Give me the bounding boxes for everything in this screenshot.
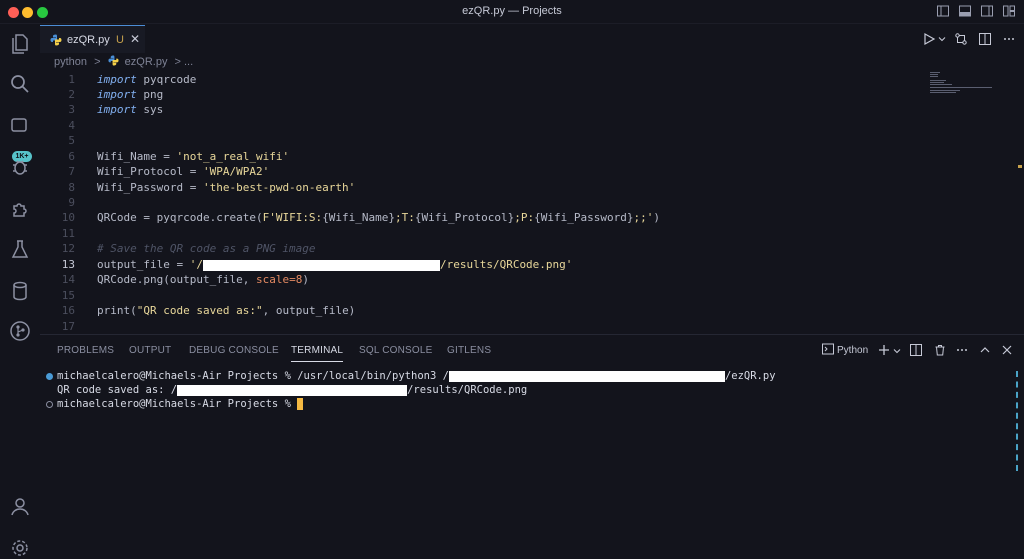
breadcrumb-more[interactable]: > ... <box>175 56 194 68</box>
line-number: 12 <box>61 242 75 255</box>
code-line: 6 Wifi_Name = 'not_a_real_wifi' <box>40 149 1024 164</box>
gitlens-icon[interactable] <box>8 319 32 343</box>
terminal-output-line: michaelcalero@Michaels-Air Projects % /u… <box>57 370 776 382</box>
line-number: 5 <box>68 134 75 147</box>
line-number: 15 <box>61 289 75 302</box>
bottom-panel: PROBLEMS OUTPUT DEBUG CONSOLE TERMINAL S… <box>40 334 1024 559</box>
tab-debug-console[interactable]: DEBUG CONSOLE <box>189 345 279 356</box>
new-terminal-icon[interactable] <box>878 344 890 356</box>
code-line: 15 <box>40 288 1024 303</box>
line-number: 16 <box>61 304 75 317</box>
customize-layout-icon[interactable] <box>1002 4 1016 18</box>
code-line: 10 QRCode = pyqrcode.create(F'WIFI:S:{Wif… <box>40 210 1024 225</box>
line-number: 14 <box>61 273 75 286</box>
breadcrumb-folder[interactable]: python <box>54 56 87 68</box>
line-number: 11 <box>61 227 75 240</box>
code-editor[interactable]: 1 import pyqrcode 2 import png 3 import sys… <box>40 70 1024 334</box>
code-line: 8 Wifi_Password = 'the-best-pwd-on-earth' <box>40 180 1024 195</box>
split-terminal-icon[interactable] <box>910 344 922 356</box>
line-number: 13 <box>61 258 75 271</box>
command-success-dot <box>46 373 53 380</box>
maximize-panel-chevron-up-icon[interactable] <box>979 344 991 356</box>
redacted-path <box>448 370 725 382</box>
breadcrumb-separator: > <box>94 56 101 68</box>
toggle-panel-icon[interactable] <box>958 4 972 18</box>
code-line: 5 <box>40 133 1024 148</box>
tab-ezqr-py[interactable]: ezQR.py U ✕ <box>40 25 145 53</box>
line-number: 9 <box>68 196 75 209</box>
kill-terminal-trash-icon[interactable] <box>934 344 946 356</box>
open-changes-icon[interactable] <box>954 32 968 46</box>
line-number: 2 <box>68 88 75 101</box>
extensions-icon[interactable] <box>8 197 32 221</box>
close-panel-icon[interactable] <box>1001 344 1013 356</box>
command-pending-dot <box>46 401 53 408</box>
code-line: 13 output_file = '//results/QRCode.png' <box>40 257 1024 272</box>
code-line: 4 <box>40 118 1024 133</box>
more-actions-icon[interactable] <box>1002 32 1016 46</box>
accounts-icon[interactable] <box>8 495 32 519</box>
code-line: 17 <box>40 319 1024 334</box>
line-number: 6 <box>68 150 75 163</box>
panel-more-actions-icon[interactable] <box>956 344 968 356</box>
code-line: 16 print("QR code saved as:", output_file… <box>40 303 1024 318</box>
tab-gitlens[interactable]: GITLENS <box>447 345 491 356</box>
line-number: 1 <box>68 73 75 86</box>
terminal-scrollbar[interactable] <box>1016 371 1019 471</box>
terminal-output-line: QR code saved as: //results/QRCode.png <box>57 384 528 396</box>
line-number: 10 <box>61 211 75 224</box>
close-tab-icon[interactable]: ✕ <box>130 32 140 46</box>
source-control-icon[interactable] <box>8 115 32 139</box>
tab-untracked-badge: U <box>116 34 124 46</box>
testing-icon[interactable] <box>8 238 32 262</box>
code-line: 2 import png <box>40 87 1024 102</box>
run-debug-icon[interactable] <box>8 155 32 179</box>
code-line: 12 # Save the QR code as a PNG image <box>40 241 1024 256</box>
tab-sql-console[interactable]: SQL CONSOLE <box>359 345 433 356</box>
activity-bar: 1K+ <box>0 25 40 559</box>
code-line: 7 Wifi_Protocol = 'WPA/WPA2' <box>40 164 1024 179</box>
tab-label: ezQR.py <box>67 34 110 46</box>
search-icon[interactable] <box>8 72 32 96</box>
tab-problems[interactable]: PROBLEMS <box>57 345 114 356</box>
toggle-secondary-sidebar-icon[interactable] <box>980 4 994 18</box>
window-title: ezQR.py — Projects <box>462 5 562 17</box>
terminal-icon <box>822 343 834 355</box>
redacted-path <box>177 384 408 396</box>
code-line: 11 <box>40 226 1024 241</box>
redacted-path <box>202 259 440 271</box>
split-editor-icon[interactable] <box>978 32 992 46</box>
line-number: 8 <box>68 181 75 194</box>
tab-terminal[interactable]: TERMINAL <box>291 345 344 362</box>
toggle-sidebar-icon[interactable] <box>936 4 950 18</box>
code-line: 1 import pyqrcode <box>40 72 1024 87</box>
line-number: 17 <box>61 320 75 333</box>
scrollbar-marker <box>1018 165 1022 168</box>
title-bar: ezQR.py — Projects <box>0 0 1024 24</box>
terminal-prompt-line[interactable]: michaelcalero@Michaels-Air Projects % <box>57 397 304 411</box>
minimap[interactable] <box>928 70 998 94</box>
line-number: 3 <box>68 103 75 116</box>
editor-tab-bar: ezQR.py U ✕ <box>40 25 1024 53</box>
run-python-file-icon[interactable] <box>922 32 936 46</box>
explorer-icon[interactable] <box>8 32 32 56</box>
python-file-icon <box>108 55 119 66</box>
line-number: 4 <box>68 119 75 132</box>
terminal-cursor <box>297 398 304 410</box>
code-line: 3 import sys <box>40 102 1024 117</box>
terminal-profile-label: Python <box>837 345 869 356</box>
tab-output[interactable]: OUTPUT <box>129 345 171 356</box>
database-icon[interactable] <box>8 279 32 303</box>
python-file-icon <box>50 34 62 46</box>
settings-gear-icon[interactable] <box>8 536 32 559</box>
breadcrumb: python > ezQR.py > ... <box>54 55 197 68</box>
run-options-chevron-icon[interactable] <box>938 35 946 43</box>
code-line: 14 QRCode.png(output_file, scale=8) <box>40 272 1024 287</box>
terminal-options-chevron-icon[interactable] <box>893 347 901 355</box>
line-number: 7 <box>68 165 75 178</box>
code-line: 9 <box>40 195 1024 210</box>
terminal-profile-selector[interactable]: Python <box>822 343 868 357</box>
breadcrumb-file[interactable]: ezQR.py <box>125 56 168 68</box>
